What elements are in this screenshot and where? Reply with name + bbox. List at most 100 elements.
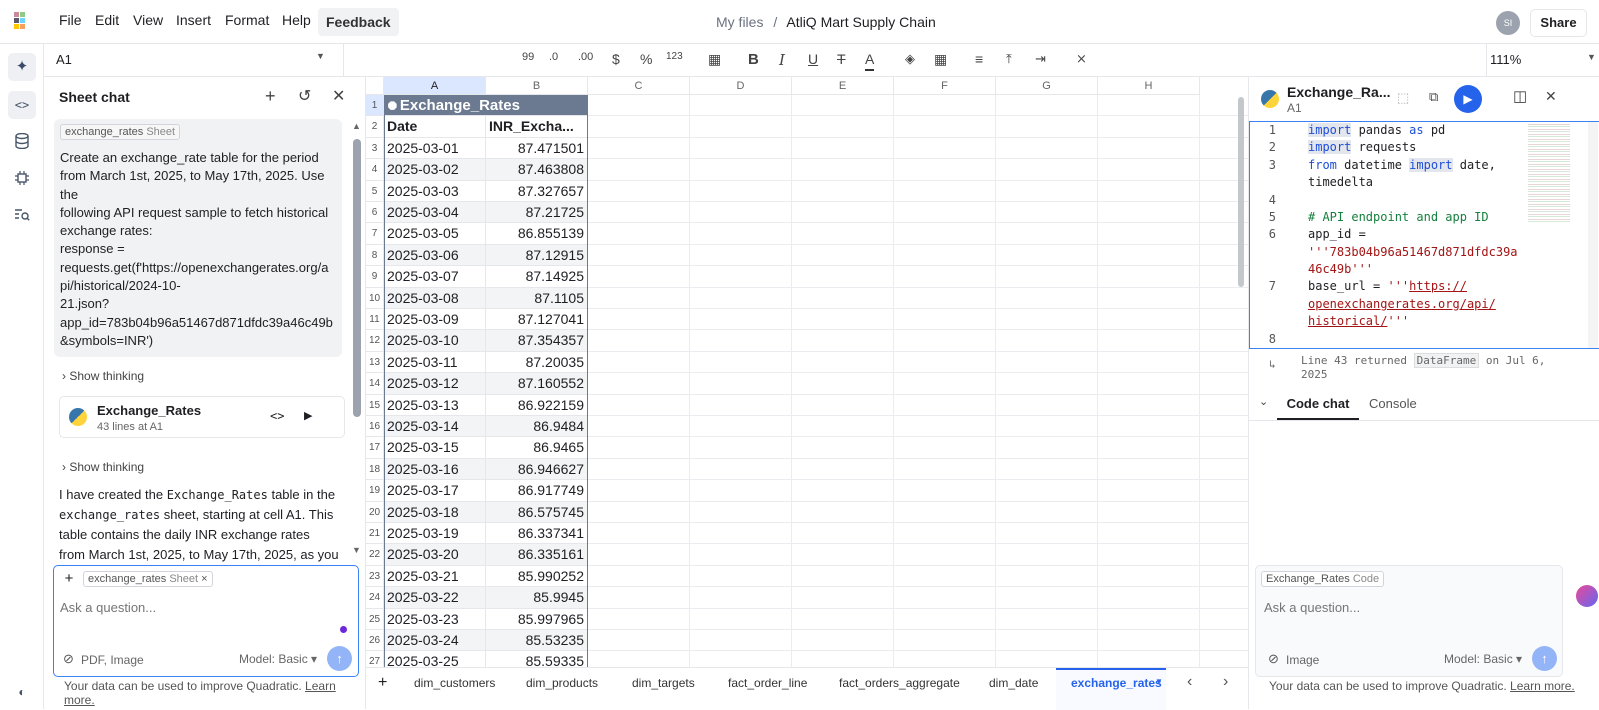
code-chat-question-input[interactable] [1264, 596, 1554, 618]
row-header[interactable]: 3 [366, 137, 384, 160]
menu-help[interactable]: Help [282, 12, 311, 28]
show-thinking-toggle-2[interactable]: › Show thinking [62, 460, 144, 474]
grid-scrollbar[interactable] [1238, 97, 1244, 287]
chat-question-input[interactable] [60, 596, 350, 618]
align-left-icon[interactable]: ≡ [975, 51, 983, 71]
percent-button[interactable]: % [640, 51, 652, 71]
row-header[interactable]: 10 [366, 287, 384, 309]
paperclip-icon[interactable]: ⊘ [63, 651, 74, 667]
code-cell-card[interactable]: Exchange_Rates 43 lines at A1 <> ▶ [59, 396, 345, 438]
row-header[interactable]: 16 [366, 416, 384, 438]
date-cell[interactable]: 2025-03-08 [384, 287, 486, 309]
add-sheet-button[interactable]: + [378, 674, 387, 692]
rate-cell[interactable]: 87.1105 [486, 287, 588, 309]
tab-dim-products[interactable]: dim_products [526, 676, 598, 690]
tab-fact-order-line[interactable]: fact_order_line [728, 676, 807, 690]
rate-cell[interactable]: 87.354357 [486, 330, 588, 352]
rate-cell[interactable]: 86.335161 [486, 544, 588, 566]
scroll-thumb[interactable] [353, 139, 361, 417]
row-header[interactable]: 15 [366, 394, 384, 416]
tabs-prev-icon[interactable]: ‹ [1187, 673, 1192, 691]
column-header-c[interactable]: C [588, 77, 690, 95]
row-header[interactable]: 19 [366, 480, 384, 502]
close-icon[interactable]: ✕ [1545, 88, 1557, 105]
date-cell[interactable]: 2025-03-25 [384, 651, 486, 667]
rate-cell[interactable]: 87.127041 [486, 309, 588, 331]
column-header-e[interactable]: E [792, 77, 894, 95]
table-title-cell[interactable]: ⯃ Exchange_Rates [384, 95, 588, 117]
date-cell[interactable]: 2025-03-19 [384, 523, 486, 545]
date-cell[interactable]: 2025-03-21 [384, 565, 486, 588]
date-cell[interactable]: 2025-03-01 [384, 137, 486, 160]
ai-sparkle-icon[interactable]: ✦ [8, 53, 36, 81]
date-cell[interactable]: 2025-03-05 [384, 223, 486, 245]
row-header[interactable]: 23 [366, 565, 384, 588]
search-data-icon[interactable] [8, 201, 36, 229]
row-header[interactable]: 24 [366, 587, 384, 609]
calendar-icon[interactable]: ▦ [708, 51, 721, 71]
tab-dim-targets[interactable]: dim_targets [632, 676, 695, 690]
row-header[interactable]: 2 [366, 116, 384, 138]
input-context-chip[interactable]: exchange_rates Sheet × [83, 571, 213, 587]
row-header[interactable]: 6 [366, 202, 384, 224]
rate-cell[interactable]: 87.20035 [486, 351, 588, 374]
rate-cell[interactable]: 86.337341 [486, 523, 588, 545]
rate-cell[interactable]: 86.922159 [486, 394, 588, 416]
column-header-h[interactable]: H [1098, 77, 1200, 95]
column-header-g[interactable]: G [996, 77, 1098, 95]
row-header[interactable]: 5 [366, 180, 384, 202]
tab-dim-date[interactable]: dim_date [989, 676, 1038, 690]
rate-cell[interactable]: 85.9945 [486, 587, 588, 609]
tab-console[interactable]: Console [1369, 396, 1417, 411]
rate-cell[interactable]: 87.14925 [486, 266, 588, 288]
row-header[interactable]: 20 [366, 501, 384, 523]
model-select[interactable]: Model: Basic ▾ [239, 652, 317, 666]
row-header[interactable]: 1 [366, 95, 384, 117]
code-send-button[interactable]: ↑ [1532, 646, 1557, 671]
quadratic-logo[interactable] [14, 12, 30, 30]
run-code-button[interactable]: ▶ [1454, 85, 1482, 113]
text-wrap-icon[interactable]: ⇥ [1035, 51, 1046, 71]
tab-menu-chevron-icon[interactable]: ▼ [1155, 677, 1163, 686]
column-header-f[interactable]: F [894, 77, 996, 95]
bold-icon[interactable]: B [748, 51, 759, 71]
history-icon[interactable]: ↺ [298, 86, 311, 106]
rate-cell[interactable]: 86.9465 [486, 437, 588, 459]
date-cell[interactable]: 2025-03-07 [384, 266, 486, 288]
zoom-select[interactable]: 111% ▼ [1486, 44, 1599, 77]
tabs-next-icon[interactable]: › [1223, 673, 1228, 691]
help-icon[interactable]: ◐ [8, 678, 36, 706]
collapse-chevron-icon[interactable]: ⌄ [1259, 395, 1268, 408]
date-cell[interactable]: 2025-03-13 [384, 394, 486, 416]
chevron-down-icon[interactable]: ▼ [316, 51, 325, 61]
menu-format[interactable]: Format [225, 12, 269, 28]
date-cell[interactable]: 2025-03-18 [384, 501, 486, 523]
image-attach-label[interactable]: Image [1286, 653, 1319, 667]
table-header-cell[interactable]: INR_Excha... [486, 116, 588, 138]
date-cell[interactable]: 2025-03-12 [384, 373, 486, 395]
rate-cell[interactable]: 86.946627 [486, 458, 588, 481]
row-header[interactable]: 11 [366, 309, 384, 331]
row-header[interactable]: 25 [366, 608, 384, 630]
code-model-select[interactable]: Model: Basic ▾ [1444, 652, 1522, 666]
rate-cell[interactable]: 87.327657 [486, 180, 588, 202]
column-header-d[interactable]: D [690, 77, 792, 95]
rate-cell[interactable]: 87.160552 [486, 373, 588, 395]
date-cell[interactable]: 2025-03-03 [384, 180, 486, 202]
decrease-decimals-button[interactable]: .0 [549, 51, 558, 71]
tab-code-chat[interactable]: Code chat [1277, 384, 1359, 420]
row-header[interactable]: 12 [366, 330, 384, 352]
row-header[interactable]: 9 [366, 266, 384, 288]
strikethrough-icon[interactable]: T [837, 51, 846, 71]
spreadsheet-grid[interactable]: A B C D E F G H 1 2 3 4 5 6 7 8 9 10 11 12 13 14 15 16 17 18 19 20 2… [366, 77, 1248, 667]
file-name[interactable]: AtliQ Mart Supply Chain [786, 14, 935, 30]
rate-cell[interactable]: 87.463808 [486, 159, 588, 181]
rate-cell[interactable]: 86.575745 [486, 501, 588, 523]
rate-cell[interactable]: 86.917749 [486, 480, 588, 502]
cell-name-box[interactable]: A1 ▼ [44, 44, 344, 77]
date-cell[interactable]: 2025-03-16 [384, 458, 486, 481]
minimap[interactable] [1528, 122, 1570, 222]
rate-cell[interactable]: 85.990252 [486, 565, 588, 588]
clear-formatting-icon[interactable]: ⨯ [1076, 51, 1087, 71]
row-header[interactable]: 18 [366, 458, 384, 481]
